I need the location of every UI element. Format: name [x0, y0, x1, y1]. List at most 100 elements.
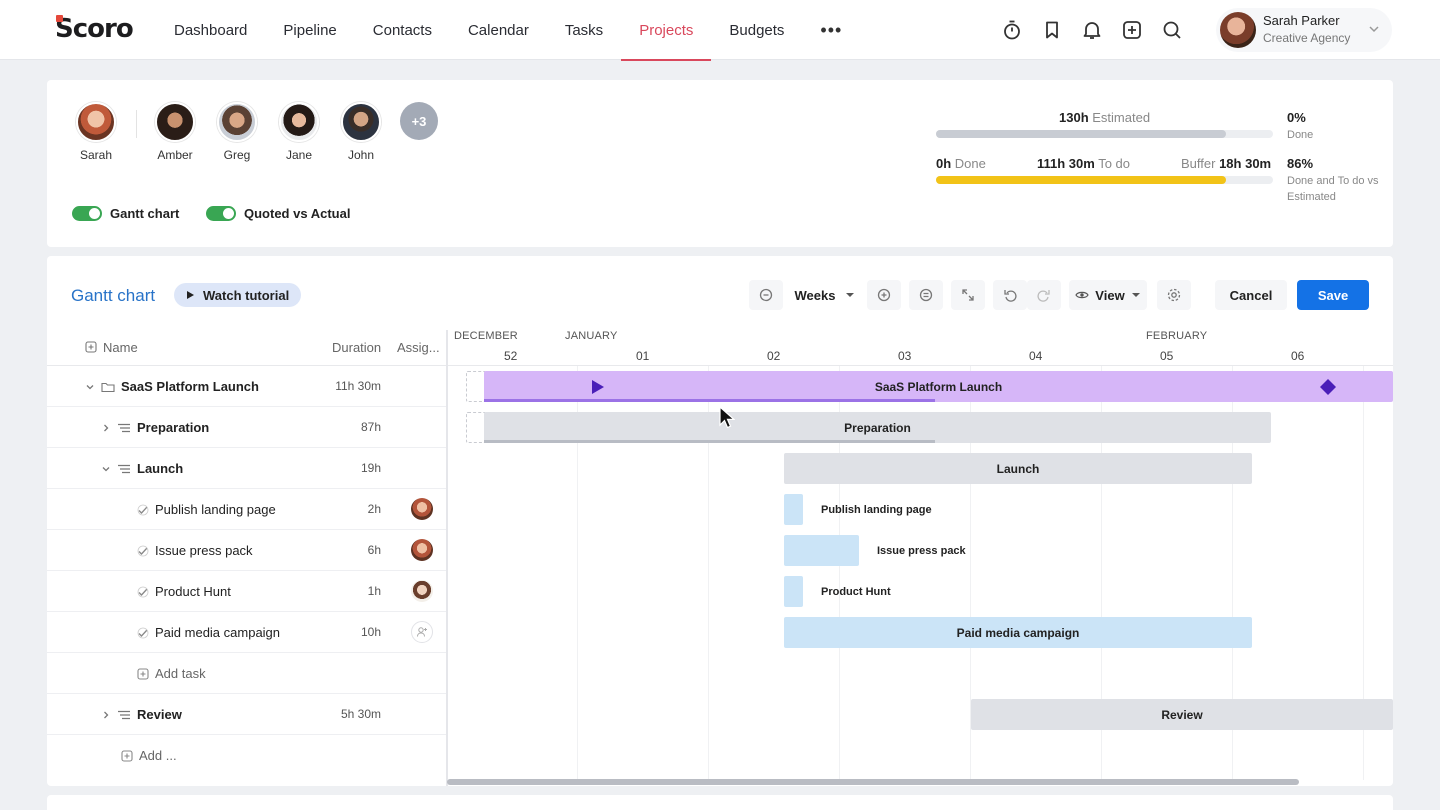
quoted-vs-actual-toggle[interactable]: Quoted vs Actual: [206, 206, 350, 221]
main-menu: Dashboard Pipeline Contacts Calendar Tas…: [156, 0, 860, 61]
progress-line: [484, 399, 935, 402]
zoom-fit-button[interactable]: [909, 280, 943, 310]
milestone-diamond-icon[interactable]: [1319, 378, 1337, 396]
task-row-launch[interactable]: Launch 19h: [47, 448, 447, 489]
bar-label: Publish landing page: [821, 504, 932, 516]
bell-icon[interactable]: [1080, 16, 1104, 44]
todo-hours-label: To do: [1098, 156, 1131, 171]
redo-button[interactable]: [1027, 280, 1061, 310]
task-row-publish-landing-page[interactable]: Publish landing page 2h: [47, 489, 447, 530]
assignee-avatar[interactable]: [411, 539, 433, 561]
fullscreen-button[interactable]: [951, 280, 985, 310]
column-assignee-header[interactable]: Assig...: [397, 340, 440, 355]
gantt-bar-paid-media-campaign[interactable]: Paid media campaign: [784, 617, 1252, 648]
gantt-bar-preparation[interactable]: Preparation: [484, 412, 1271, 443]
column-name-header[interactable]: Name: [103, 340, 138, 355]
zoom-in-button[interactable]: [867, 280, 901, 310]
assignee-avatar[interactable]: [411, 498, 433, 520]
nav-calendar[interactable]: Calendar: [450, 0, 547, 60]
task-row-issue-press-pack[interactable]: Issue press pack 6h: [47, 530, 447, 571]
member-name: Greg: [223, 148, 251, 162]
column-divider[interactable]: [446, 330, 448, 786]
done-percent: 0%: [1287, 110, 1306, 125]
week-01: 01: [636, 349, 650, 363]
column-duration-header[interactable]: Duration: [332, 340, 381, 355]
gantt-bar-issue-press-pack[interactable]: [784, 535, 859, 566]
undo-button[interactable]: [993, 280, 1027, 310]
search-icon[interactable]: [1160, 16, 1184, 44]
timer-icon[interactable]: [1000, 16, 1024, 44]
nav-dashboard[interactable]: Dashboard: [156, 0, 265, 60]
settings-button[interactable]: [1157, 280, 1191, 310]
toggle-switch[interactable]: [72, 206, 102, 221]
gantt-bar-product-hunt[interactable]: [784, 576, 803, 607]
add-assignee-button[interactable]: [411, 621, 433, 643]
redo-icon: [1037, 290, 1050, 302]
chevron-right-icon[interactable]: [101, 423, 111, 433]
team-member-john[interactable]: John: [331, 102, 391, 162]
done-todo-percent-label: Done and To do vs Estimated: [1287, 175, 1379, 203]
assignee-avatar[interactable]: [411, 580, 433, 602]
gantt-bar-saas-platform-launch[interactable]: SaaS Platform Launch: [484, 371, 1393, 402]
play-icon: [187, 291, 194, 299]
task-duration: 6h: [367, 543, 381, 557]
chevron-down-icon[interactable]: [85, 382, 95, 392]
add-task-label: Add task: [155, 666, 206, 681]
view-dropdown[interactable]: View: [1069, 280, 1147, 310]
team-member-amber[interactable]: Amber: [145, 102, 205, 162]
toggle-switch[interactable]: [206, 206, 236, 221]
scale-dropdown[interactable]: Weeks: [787, 280, 863, 310]
nav-budgets[interactable]: Budgets: [711, 0, 802, 60]
add-icon[interactable]: [1120, 16, 1144, 44]
gantt-bar-launch[interactable]: Launch: [784, 453, 1252, 484]
start-marker-icon[interactable]: [591, 379, 605, 395]
bar-label: Launch: [996, 461, 1040, 476]
add-task-row[interactable]: Add task: [47, 653, 447, 694]
phase-icon: [118, 710, 130, 719]
task-row-preparation[interactable]: Preparation 87h: [47, 407, 447, 448]
caret-down-icon: [846, 293, 855, 297]
cancel-button[interactable]: Cancel: [1215, 280, 1287, 310]
task-row-review[interactable]: Review 5h 30m: [47, 694, 447, 735]
bookmark-icon[interactable]: [1040, 16, 1064, 44]
avatar: [341, 102, 381, 142]
week-05: 05: [1160, 349, 1174, 363]
watch-tutorial-button[interactable]: Watch tutorial: [174, 283, 302, 307]
gantt-chart-toggle[interactable]: Gantt chart: [72, 206, 179, 221]
task-name: Paid media campaign: [155, 625, 281, 640]
save-button[interactable]: Save: [1297, 280, 1369, 310]
gantt-bar-review[interactable]: Review: [971, 699, 1393, 730]
nav-pipeline[interactable]: Pipeline: [265, 0, 354, 60]
zoom-out-button[interactable]: [749, 280, 783, 310]
task-row-saas-platform-launch[interactable]: SaaS Platform Launch 11h 30m: [47, 366, 447, 407]
add-phase-row[interactable]: Add ...: [47, 735, 447, 776]
team-member-greg[interactable]: Greg: [207, 102, 267, 162]
user-menu[interactable]: Sarah Parker Creative Agency: [1216, 8, 1392, 52]
nav-tasks[interactable]: Tasks: [547, 0, 621, 60]
chevron-right-icon[interactable]: [101, 710, 111, 720]
more-members-button[interactable]: +3: [389, 102, 449, 140]
nav-more-button[interactable]: •••: [802, 0, 860, 60]
nav-contacts[interactable]: Contacts: [355, 0, 450, 60]
zoom-out-icon: [759, 288, 773, 302]
baseline-ghost: [466, 412, 485, 443]
chevron-down-icon: [1368, 23, 1380, 38]
gear-icon: [1167, 288, 1181, 302]
nav-projects[interactable]: Projects: [621, 0, 712, 61]
bar-label: Preparation: [844, 420, 911, 435]
task-duration: 11h 30m: [335, 379, 381, 393]
team-member-sarah[interactable]: Sarah: [66, 102, 126, 162]
team-member-jane[interactable]: Jane: [269, 102, 329, 162]
view-label: View: [1095, 287, 1125, 303]
chevron-down-icon[interactable]: [101, 464, 111, 474]
scoro-logo[interactable]: Scoro: [55, 14, 134, 44]
add-square-icon[interactable]: [85, 341, 97, 353]
week-02: 02: [767, 349, 781, 363]
gantt-bar-publish-landing-page[interactable]: [784, 494, 803, 525]
bar-label: Review: [1161, 707, 1203, 722]
task-check-icon: [137, 586, 149, 597]
horizontal-scrollbar[interactable]: [447, 779, 1299, 785]
task-row-paid-media-campaign[interactable]: Paid media campaign 10h: [47, 612, 447, 653]
done-todo-progress-bar: [936, 176, 1273, 184]
task-row-product-hunt[interactable]: Product Hunt 1h: [47, 571, 447, 612]
